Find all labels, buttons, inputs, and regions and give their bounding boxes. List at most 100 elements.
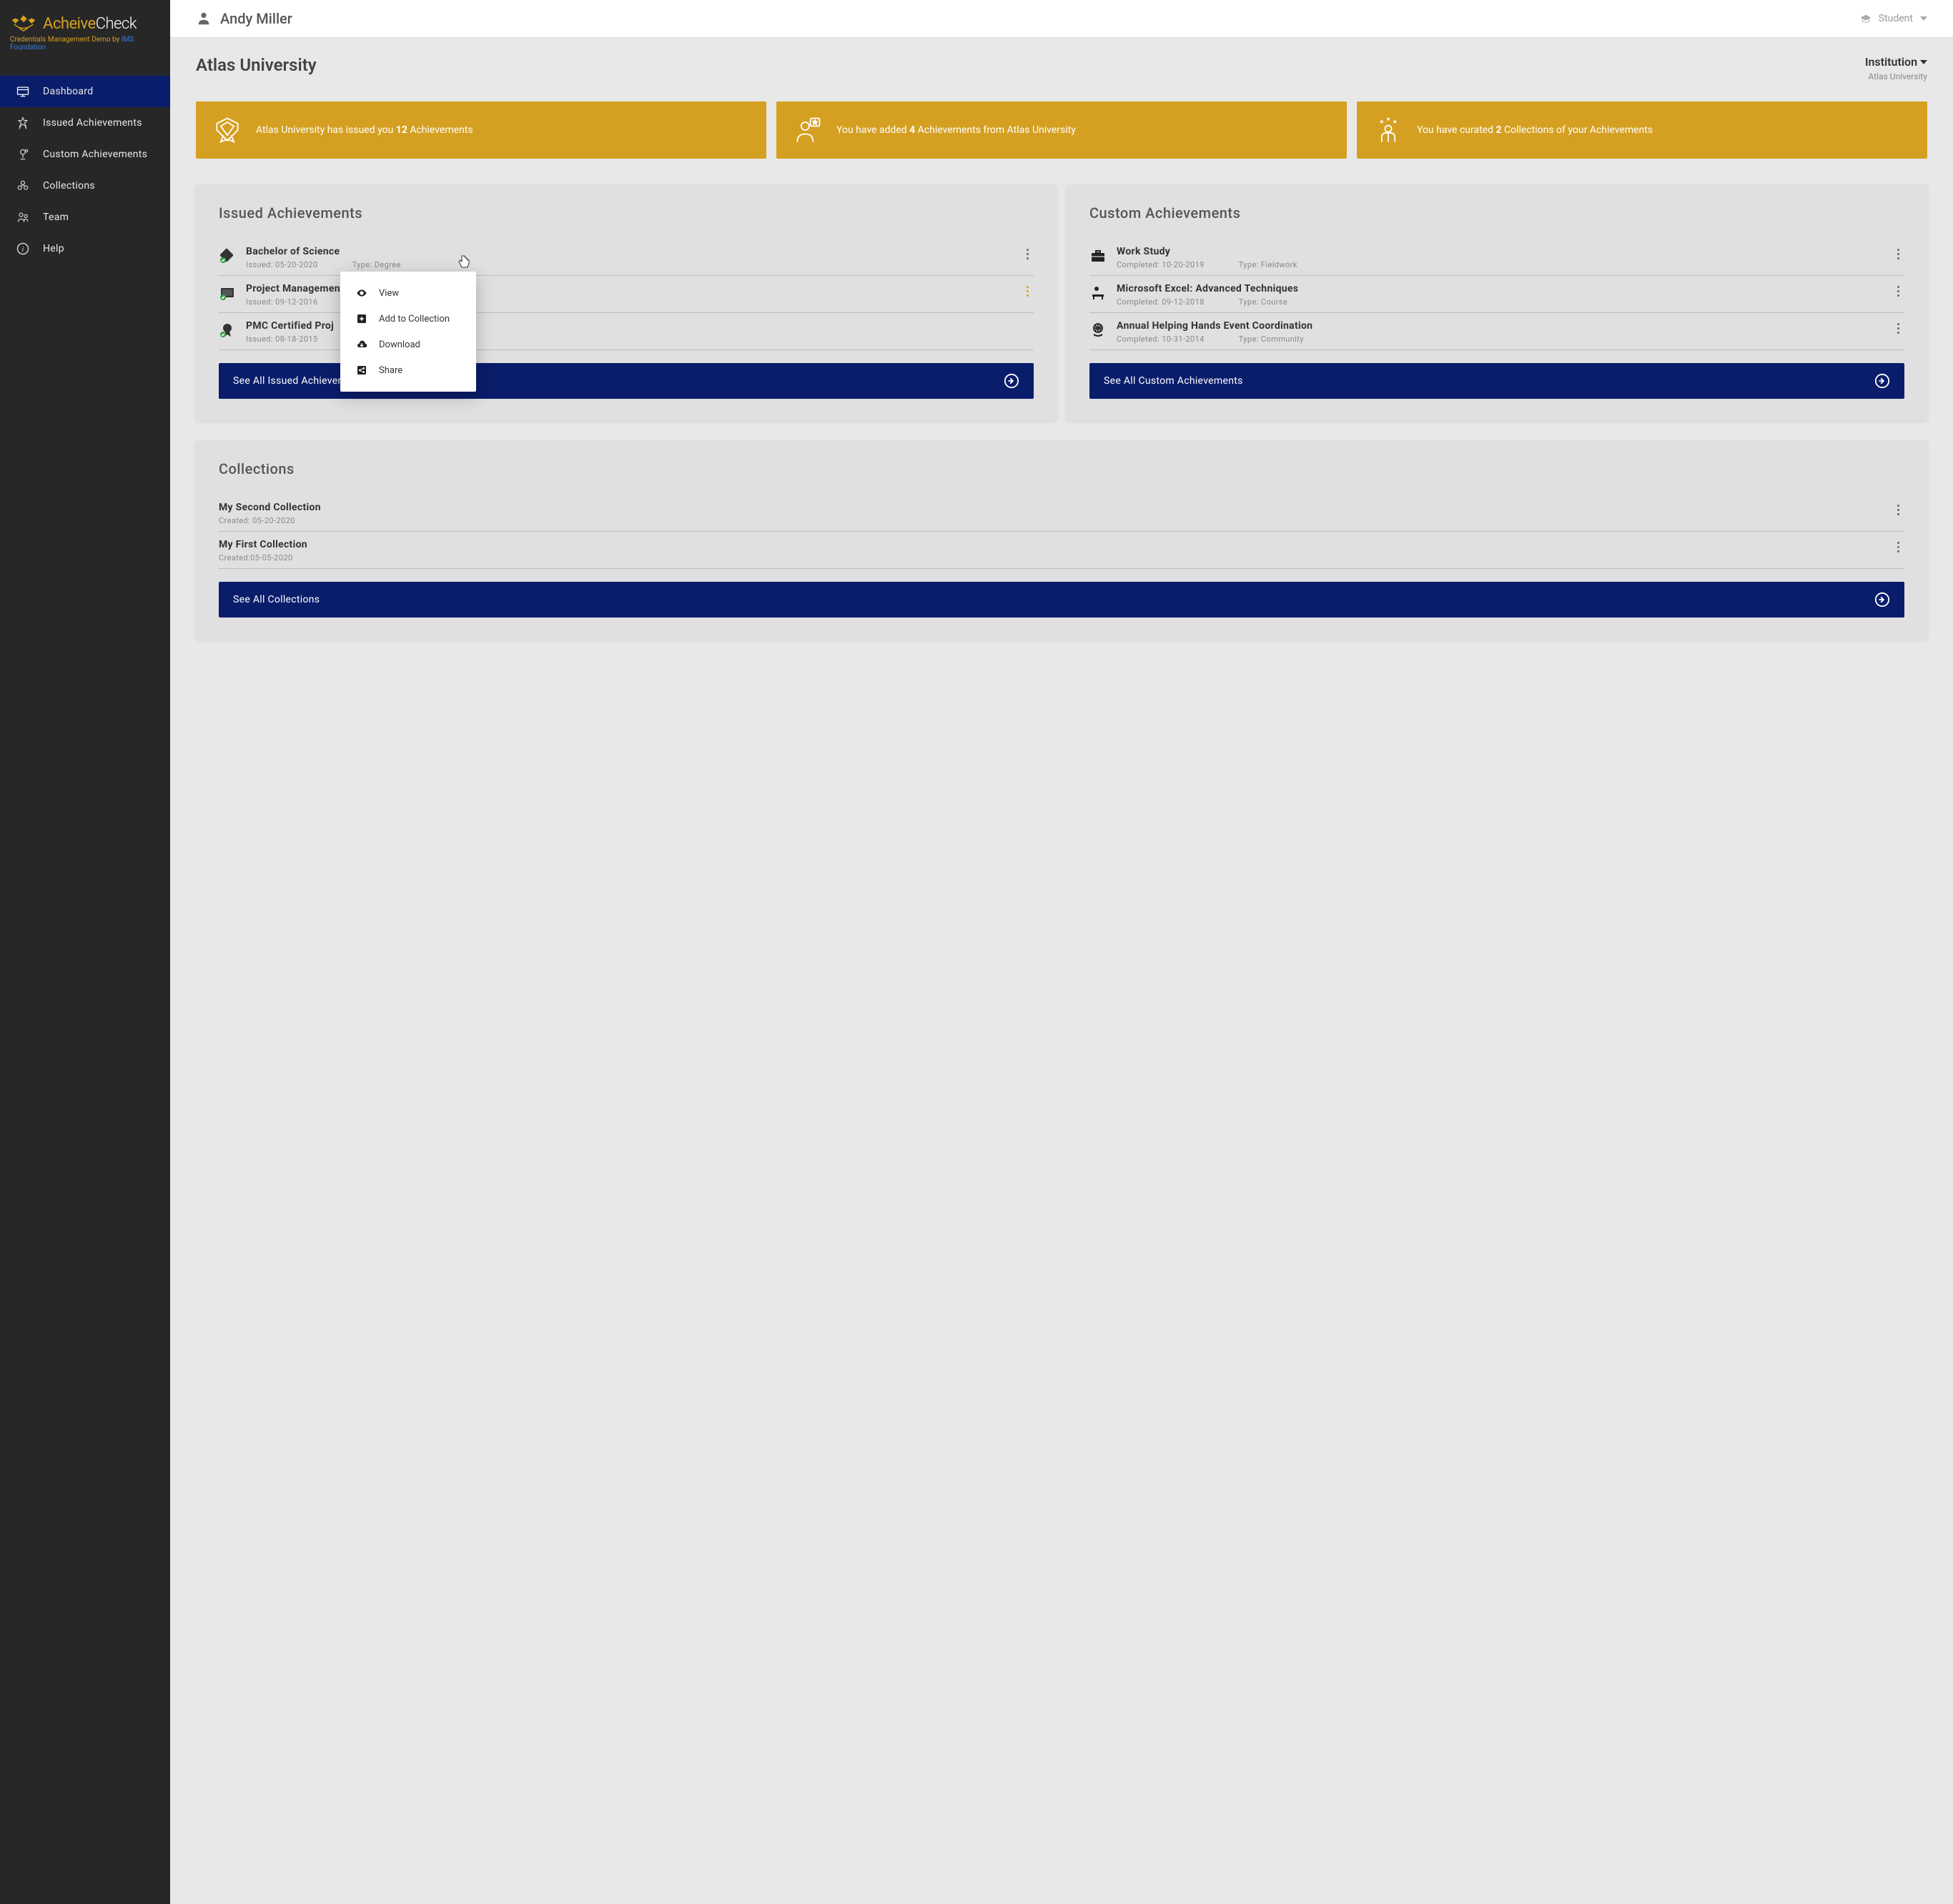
nav-item-dashboard[interactable]: Dashboard bbox=[0, 76, 170, 107]
issued-panel: Issued Achievements Bachelor of Science … bbox=[196, 184, 1057, 420]
help-icon: i bbox=[16, 242, 30, 256]
collection-title: My First Collection bbox=[219, 539, 1892, 550]
svg-text:i: i bbox=[21, 245, 24, 254]
item-title: Annual Helping Hands Event Coordination bbox=[1117, 320, 1882, 332]
more-button[interactable] bbox=[1892, 502, 1904, 525]
ctx-download[interactable]: Download bbox=[340, 332, 476, 357]
more-button[interactable] bbox=[1892, 320, 1904, 344]
arrow-right-icon bbox=[1874, 373, 1890, 389]
dashboard-icon bbox=[16, 84, 30, 99]
see-all-custom-button[interactable]: See All Custom Achievements bbox=[1089, 363, 1904, 399]
grad-cap-icon bbox=[1860, 14, 1872, 24]
collections-panel: Collections My Second Collection Created… bbox=[196, 440, 1927, 639]
stat-card-added: You have added 4 Achievements from Atlas… bbox=[776, 101, 1347, 159]
see-all-collections-button[interactable]: See All Collections bbox=[219, 582, 1904, 618]
download-icon bbox=[356, 339, 367, 350]
more-button[interactable] bbox=[1021, 246, 1034, 269]
stat-text: You have added 4 Achievements from Atlas… bbox=[836, 124, 1076, 137]
nav-label: Collections bbox=[43, 180, 95, 192]
more-button[interactable] bbox=[1892, 539, 1904, 562]
eye-icon bbox=[356, 287, 367, 299]
trophy-icon bbox=[16, 147, 30, 162]
person-stars-icon bbox=[1373, 114, 1404, 146]
institution-dropdown[interactable]: Institution bbox=[1865, 55, 1927, 69]
item-date: Completed: 10-20-2019 bbox=[1117, 260, 1205, 269]
collection-item: My First Collection Created:05-05-2020 bbox=[219, 532, 1904, 569]
nav-item-custom[interactable]: Custom Achievements bbox=[0, 139, 170, 170]
stat-text: You have curated 2 Collections of your A… bbox=[1417, 124, 1653, 137]
ctx-view[interactable]: View bbox=[340, 280, 476, 306]
stats-row: Atlas University has issued you 12 Achie… bbox=[196, 101, 1927, 159]
collection-meta: Created: 05-20-2020 bbox=[219, 516, 1892, 525]
logo-subtitle: Credentials Management Demo by IMS Found… bbox=[10, 36, 160, 51]
logo-text: AcheiveCheck bbox=[43, 15, 137, 33]
nav: Dashboard Issued Achievements Custom Ach… bbox=[0, 76, 170, 264]
item-title: Bachelor of Science bbox=[246, 246, 1011, 257]
collection-title: My Second Collection bbox=[219, 502, 1892, 513]
share-icon bbox=[356, 365, 367, 376]
nav-item-collections[interactable]: Collections bbox=[0, 170, 170, 202]
person-star-icon bbox=[792, 114, 824, 146]
logo-icon bbox=[10, 13, 37, 34]
team-icon bbox=[16, 210, 30, 224]
nav-label: Issued Achievements bbox=[43, 117, 142, 129]
stat-card-curated: You have curated 2 Collections of your A… bbox=[1357, 101, 1927, 159]
item-date: Completed: 09-12-2018 bbox=[1117, 297, 1205, 307]
item-type: Type: Degree bbox=[352, 260, 401, 269]
certificate-icon bbox=[219, 284, 236, 302]
cursor-icon bbox=[458, 254, 470, 269]
achievement-item: Annual Helping Hands Event Coordination … bbox=[1089, 313, 1904, 350]
desk-icon bbox=[1089, 284, 1107, 302]
achievement-item: Bachelor of Science Issued: 05-20-2020 T… bbox=[219, 239, 1034, 276]
panel-title: Collections bbox=[219, 460, 1904, 477]
achievement-item: Work Study Completed: 10-20-2019 Type: F… bbox=[1089, 239, 1904, 276]
panel-title: Custom Achievements bbox=[1089, 204, 1904, 222]
more-button[interactable] bbox=[1892, 246, 1904, 269]
chevron-down-icon bbox=[1920, 60, 1927, 64]
item-type: Type: Course bbox=[1239, 297, 1287, 307]
item-type: Type: Community bbox=[1239, 334, 1304, 344]
ctx-add[interactable]: Add to Collection bbox=[340, 306, 476, 332]
badge-icon bbox=[212, 114, 243, 146]
achievement-item: Microsoft Excel: Advanced Techniques Com… bbox=[1089, 276, 1904, 313]
topbar: Andy Miller Student bbox=[170, 0, 1953, 38]
more-button[interactable] bbox=[1892, 283, 1904, 307]
nav-label: Help bbox=[43, 243, 64, 254]
stat-card-issued: Atlas University has issued you 12 Achie… bbox=[196, 101, 766, 159]
ribbon-icon bbox=[16, 116, 30, 130]
panel-title: Issued Achievements bbox=[219, 204, 1034, 222]
item-date: Issued: 05-20-2020 bbox=[246, 260, 318, 269]
stat-text: Atlas University has issued you 12 Achie… bbox=[256, 124, 473, 137]
nav-item-team[interactable]: Team bbox=[0, 202, 170, 233]
arrow-right-icon bbox=[1004, 373, 1019, 389]
nav-label: Team bbox=[43, 212, 69, 223]
sidebar: AcheiveCheck Credentials Management Demo… bbox=[0, 0, 170, 1904]
ctx-share[interactable]: Share bbox=[340, 357, 476, 383]
nav-item-help[interactable]: i Help bbox=[0, 233, 170, 264]
custom-panel: Custom Achievements Work Study Completed… bbox=[1067, 184, 1927, 420]
user-icon bbox=[196, 11, 212, 26]
chevron-down-icon bbox=[1920, 16, 1927, 21]
item-title: Work Study bbox=[1117, 246, 1882, 257]
main: Andy Miller Student Atlas University Ins… bbox=[170, 0, 1953, 1904]
item-date: Completed: 10-31-2014 bbox=[1117, 334, 1205, 344]
context-menu: View Add to Collection Download Sha bbox=[340, 272, 476, 392]
collection-item: My Second Collection Created: 05-20-2020 bbox=[219, 495, 1904, 532]
more-button[interactable] bbox=[1021, 283, 1034, 307]
plus-square-icon bbox=[356, 313, 367, 324]
nav-label: Custom Achievements bbox=[43, 149, 147, 160]
logo-area: AcheiveCheck Credentials Management Demo… bbox=[0, 0, 170, 61]
item-date: Issued: 09-12-2016 bbox=[246, 297, 318, 307]
medal-icon bbox=[219, 322, 236, 339]
nav-item-issued[interactable]: Issued Achievements bbox=[0, 107, 170, 139]
briefcase-icon bbox=[1089, 247, 1107, 264]
item-title: Microsoft Excel: Advanced Techniques bbox=[1117, 283, 1882, 294]
user-name: Andy Miller bbox=[220, 10, 292, 27]
collection-icon bbox=[16, 179, 30, 193]
item-type: Type: Fieldwork bbox=[1239, 260, 1297, 269]
diploma-icon bbox=[219, 247, 236, 264]
institution-name: Atlas University bbox=[1865, 71, 1927, 81]
role-dropdown[interactable]: Student bbox=[1860, 13, 1927, 24]
nav-label: Dashboard bbox=[43, 86, 93, 97]
arrow-right-icon bbox=[1874, 592, 1890, 608]
